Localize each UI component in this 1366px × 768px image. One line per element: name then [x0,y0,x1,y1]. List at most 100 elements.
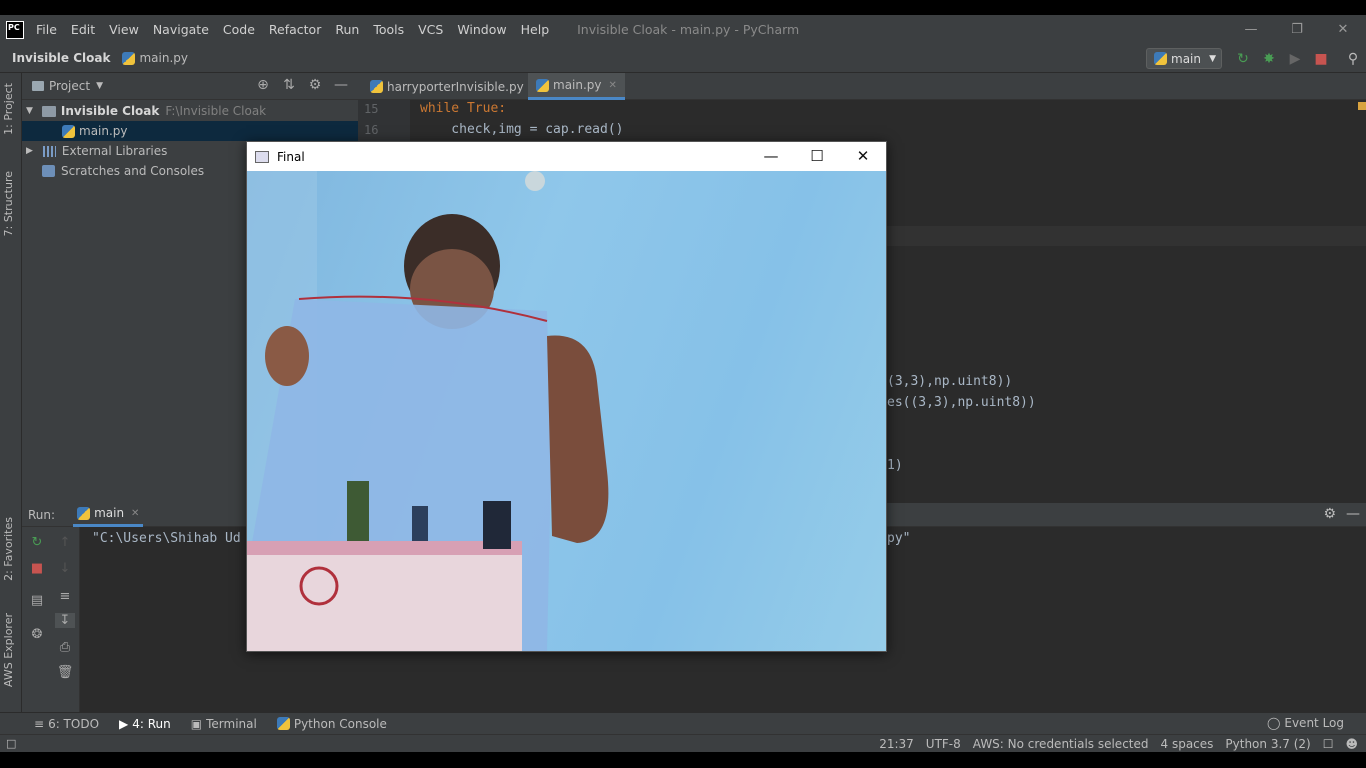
maximize-icon[interactable]: ☐ [794,142,840,171]
caret-position[interactable]: 21:37 [879,737,914,751]
arrow-down-icon[interactable]: ↓ [55,561,75,576]
arrow-up-icon[interactable]: ↑ [55,535,75,550]
code-fragment: 1) [887,458,903,473]
gear-icon[interactable]: ⚙ [1323,506,1336,522]
menu-code[interactable]: Code [223,22,255,37]
gear-icon[interactable]: ⚙ [302,77,328,93]
close-icon[interactable]: ✕ [1320,15,1366,44]
menu-refactor[interactable]: Refactor [269,22,321,37]
minimize-icon[interactable]: — [1228,15,1274,44]
stop-icon[interactable]: ■ [27,561,47,576]
python-file-icon [536,78,549,92]
run-tab-main[interactable]: main ✕ [73,503,144,527]
menu-tools[interactable]: Tools [373,22,404,37]
file-encoding[interactable]: UTF-8 [926,737,961,751]
search-icon[interactable]: ⚲ [1340,51,1366,67]
menu-window[interactable]: Window [457,22,506,37]
tab-todo-label: 6: TODO [48,716,100,731]
aws-status[interactable]: AWS: No credentials selected [973,737,1149,751]
menu-help[interactable]: Help [521,22,550,37]
lock-icon[interactable]: ☐ [1323,737,1334,751]
debug-icon[interactable]: ✸ [1256,51,1282,67]
menu-vcs[interactable]: VCS [418,22,443,37]
expand-arrow-icon[interactable]: ▼ [26,106,33,116]
python-file-icon [62,124,75,138]
rerun-icon[interactable]: ↻ [27,535,47,550]
tab-favorites[interactable]: 2: Favorites [2,517,15,581]
tab-python-console[interactable]: Python Console [276,717,387,731]
soft-wrap-icon[interactable]: ≡ [55,589,75,604]
expand-arrow-icon[interactable]: ▶ [26,146,33,156]
title-bar: PC File Edit View Navigate Code Refactor… [0,15,1366,44]
coverage-icon[interactable]: ▶ [1282,51,1308,67]
breadcrumb-file[interactable]: main.py [122,51,188,65]
event-log-button[interactable]: ◯ Event Log [1267,716,1344,730]
user-icon[interactable]: ☻ [1345,737,1358,751]
editor-tab-bar: harryporterInvisible.py ✕ main.py ✕ [358,73,1366,100]
rerun-icon[interactable]: ↻ [1230,51,1256,67]
run-label: Run: [28,507,56,522]
indent-setting[interactable]: 4 spaces [1161,737,1214,751]
menu-run[interactable]: Run [335,22,359,37]
code-line: while True: [420,101,506,116]
run-tools-secondary: ↑ ↓ ≡ ↧ ⎙ 🗑 [50,527,80,712]
tab-project[interactable]: 1: Project [2,83,15,135]
final-window[interactable]: Final — ☐ ✕ [246,141,887,652]
tab-terminal[interactable]: ▣ Terminal [191,717,257,731]
pin-icon[interactable]: ❂ [27,627,47,642]
tab-structure[interactable]: 7: Structure [2,171,15,236]
tab-harryporterinvisible[interactable]: harryporterInvisible.py ✕ [362,73,547,100]
breadcrumb-file-label: main.py [139,51,188,65]
close-tab-icon[interactable]: ✕ [609,80,617,91]
python-file-icon [77,506,91,520]
trash-icon[interactable]: 🗑 [55,665,75,680]
collapse-all-icon[interactable]: ⇅ [276,77,302,93]
tree-item-root[interactable]: ▼ Invisible Cloak F:\Invisible Cloak [22,101,358,121]
tab-label: harryporterInvisible.py [387,79,524,94]
scroll-to-end-icon[interactable]: ↧ [55,613,75,628]
tree-scratches-label: Scratches and Consoles [61,164,205,178]
tree-root-name: Invisible Cloak [60,104,160,118]
menu-bar: File Edit View Navigate Code Refactor Ru… [36,22,563,37]
run-config-select[interactable]: main ▼ [1146,48,1222,69]
status-bar-widgets: 21:37 UTF-8 AWS: No credentials selected… [867,735,1358,753]
final-window-titlebar[interactable]: Final — ☐ ✕ [247,142,886,171]
hide-icon[interactable]: — [328,77,354,93]
toggle-tool-windows-icon[interactable]: □ [6,737,16,750]
scratches-icon [42,165,55,177]
stop-icon[interactable]: ■ [1308,51,1334,67]
menu-view[interactable]: View [109,22,139,37]
hide-icon[interactable]: — [1346,506,1360,522]
menu-file[interactable]: File [36,22,57,37]
restore-icon[interactable]: ❐ [1274,15,1320,44]
list-icon: ≡ [34,716,45,731]
run-console-output[interactable]: "C:\Users\Shihab Ud [92,531,241,546]
close-tab-icon[interactable]: ✕ [131,508,139,519]
minimize-icon[interactable]: — [748,142,794,171]
tab-main-py[interactable]: main.py ✕ [528,73,625,100]
tab-todo[interactable]: ≡ 6: TODO [34,717,99,731]
tab-terminal-label: Terminal [206,716,257,731]
window-title: Invisible Cloak - main.py - PyCharm [577,22,800,37]
layout-icon[interactable]: ▤ [27,593,47,608]
tree-root-path: F:\Invisible Cloak [165,104,267,118]
run-toolbar: ↻ ✸ ▶ ■ ⚲ [1230,44,1366,73]
breadcrumb-project[interactable]: Invisible Cloak [12,51,110,65]
navigation-bar: Invisible Cloak main.py main ▼ ↻ ✸ ▶ ■ ⚲ [0,44,1366,73]
locate-icon[interactable]: ⊕ [250,77,276,93]
print-icon[interactable]: ⎙ [55,640,75,655]
menu-edit[interactable]: Edit [71,22,95,37]
menu-navigate[interactable]: Navigate [153,22,209,37]
python-interpreter[interactable]: Python 3.7 (2) [1225,737,1310,751]
tree-item-main-py[interactable]: main.py [22,121,358,141]
tab-run-label: 4: Run [132,716,171,731]
chevron-down-icon[interactable]: ▼ [96,81,103,91]
inspection-marker-icon[interactable] [1358,102,1366,110]
project-view-select[interactable]: Project [49,79,90,93]
event-log-label: Event Log [1284,716,1344,730]
tab-aws-explorer[interactable]: AWS Explorer [2,613,15,687]
python-file-icon [1154,52,1167,65]
close-icon[interactable]: ✕ [840,142,886,171]
pycharm-logo-icon: PC [6,20,24,39]
tab-run[interactable]: ▶ 4: Run [119,717,171,731]
